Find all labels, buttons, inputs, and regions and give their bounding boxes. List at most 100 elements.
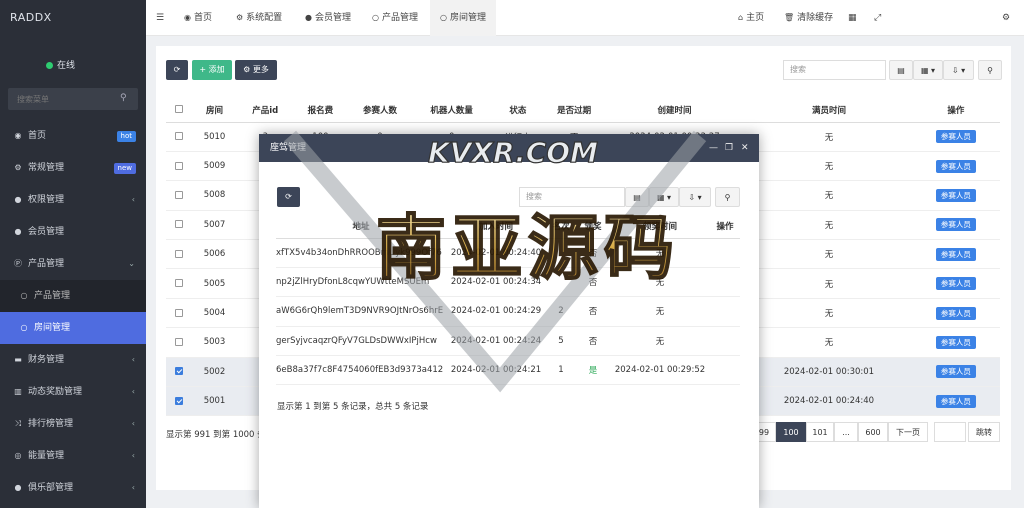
row-checkbox[interactable] — [175, 396, 184, 405]
participants-button[interactable]: 参赛人员 — [935, 130, 976, 144]
more-button[interactable]: ⚙ 更多 — [235, 60, 277, 80]
menu-toggle-icon[interactable]: ☰ — [156, 0, 164, 36]
cogs-icon: ⚙ — [236, 13, 244, 22]
tab-system-config[interactable]: ⚙ 系统配置 — [236, 0, 282, 36]
sidebar-item-3[interactable]: ● 会员管理 — [0, 216, 146, 248]
modal-column-header: 操作 — [710, 214, 740, 239]
modal-table-row[interactable]: np2jZlHryDfonL8cqwYUWtteMSUEm 2024-02-01 … — [276, 267, 740, 298]
modal-table-row[interactable]: 6eB8a37f7c8F4754060fEB3d9373a412 2024-02-… — [276, 355, 740, 386]
row-checkbox[interactable] — [175, 249, 184, 258]
modal-refresh-button[interactable]: ⟳ — [277, 187, 300, 207]
table-view-icon[interactable]: ▤ — [625, 187, 649, 207]
tab-product[interactable]: ○ 产品管理 — [372, 0, 418, 36]
row-checkbox[interactable] — [175, 337, 184, 346]
energy-icon: ◎ — [14, 451, 22, 460]
close-icon[interactable]: ✕ — [741, 134, 749, 162]
row-checkbox[interactable] — [175, 367, 184, 376]
cell-room: 5010 — [192, 122, 237, 152]
participants-button[interactable]: 参赛人员 — [935, 365, 976, 379]
cell-addr: aW6G6rQh9lemT3D9NVR9OJtNrOs6hrE — [276, 296, 446, 327]
fullscreen-icon[interactable]: ⤢ — [874, 0, 881, 36]
search-icon[interactable]: ⚲ — [978, 60, 1002, 80]
brand-logo[interactable]: RADDX — [0, 0, 146, 36]
cell-full: 无 — [746, 327, 912, 358]
page-101[interactable]: 101 — [806, 422, 834, 442]
cell-full: 无 — [746, 151, 912, 182]
sidebar-item-5[interactable]: ○ 产品管理 — [0, 280, 146, 312]
export-icon[interactable]: ⇩ ▾ — [679, 187, 711, 207]
circle-icon: ○ — [372, 13, 379, 22]
table-view-icon[interactable]: ▤ — [889, 60, 913, 80]
columns-icon[interactable]: ▦ ▾ — [913, 60, 943, 80]
sidebar-item-7[interactable]: ▬ 财务管理 ‹ — [0, 344, 146, 376]
next-page-button[interactable]: 下一页 — [888, 422, 928, 442]
modal-title: 座驾管理 — [270, 143, 307, 153]
cell-claim_time: 无 — [610, 296, 710, 327]
modal-table-row[interactable]: aW6G6rQh9lemT3D9NVR9OJtNrOs6hrE 2024-02-0… — [276, 296, 740, 327]
row-checkbox[interactable] — [175, 190, 184, 199]
minimize-icon[interactable]: — — [709, 134, 718, 162]
add-button[interactable]: + 添加 — [192, 60, 232, 80]
menu-search[interactable]: ⚲ — [8, 88, 138, 110]
chevron-left-icon: ‹ — [131, 483, 135, 492]
participants-button[interactable]: 参赛人员 — [935, 218, 976, 232]
search-input[interactable]: 搜索 — [783, 60, 886, 80]
settings-icon[interactable]: ⚙ — [1002, 0, 1010, 36]
row-checkbox[interactable] — [175, 279, 184, 288]
sidebar-item-11[interactable]: ● 俱乐部管理 ‹ — [0, 472, 146, 504]
cell-claim_time: 无 — [610, 326, 710, 357]
sidebar-item-1[interactable]: ⚙ 常规管理 new — [0, 152, 146, 184]
participants-button[interactable]: 参赛人员 — [935, 277, 976, 291]
sidebar-item-10[interactable]: ◎ 能量管理 ‹ — [0, 440, 146, 472]
maximize-icon[interactable]: ❐ — [725, 134, 733, 162]
cell-full: 2024-02-01 00:30:01 — [746, 357, 912, 388]
clear-cache-button[interactable]: 🗑 清除缓存 — [784, 0, 833, 36]
product-icon: Ⓟ — [14, 259, 22, 268]
cell-claimed: 否 — [576, 267, 610, 298]
cell-op — [710, 267, 740, 298]
tab-room[interactable]: ○ 房间管理 — [430, 0, 496, 36]
tab-member[interactable]: ● 会员管理 — [305, 0, 351, 36]
menu-search-input[interactable] — [8, 88, 138, 110]
participants-button[interactable]: 参赛人员 — [935, 306, 976, 320]
language-icon[interactable]: ▦ — [848, 0, 857, 36]
page-100[interactable]: 100 — [776, 422, 806, 442]
participants-button[interactable]: 参赛人员 — [935, 188, 976, 202]
participants-button[interactable]: 参赛人员 — [935, 394, 976, 408]
row-checkbox[interactable] — [175, 220, 184, 229]
modal-table-row[interactable]: xfTX5v4b34onDhRROOBmUyk999Of76 2024-02-01… — [276, 238, 740, 268]
participants-button[interactable]: 参赛人员 — [935, 335, 976, 349]
cell-op — [710, 296, 740, 327]
cell-full: 无 — [746, 122, 912, 152]
sidebar-item-8[interactable]: ▥ 动态奖励管理 ‹ — [0, 376, 146, 408]
row-checkbox[interactable] — [175, 161, 184, 170]
tab-home[interactable]: ◉ 首页 — [184, 0, 212, 36]
export-icon[interactable]: ⇩ ▾ — [943, 60, 974, 80]
column-header: 操作 — [911, 98, 1000, 123]
sidebar-item-9[interactable]: ⤨ 排行榜管理 ‹ — [0, 408, 146, 440]
home-link[interactable]: ⌂ 主页 — [738, 0, 764, 36]
row-checkbox[interactable] — [175, 308, 184, 317]
participants-button[interactable]: 参赛人员 — [935, 247, 976, 261]
modal-pagination-info: 显示第 1 到第 5 条记录，总共 5 条记录 — [277, 402, 429, 412]
search-icon[interactable]: ⚲ — [715, 187, 740, 207]
search-icon[interactable]: ⚲ — [120, 93, 130, 103]
sidebar-item-4[interactable]: Ⓟ 产品管理 ⌄ — [0, 248, 146, 280]
select-all-checkbox[interactable] — [175, 105, 184, 114]
participants-button[interactable]: 参赛人员 — [935, 159, 976, 173]
jump-button[interactable]: 跳转 — [968, 422, 1000, 442]
page-600[interactable]: 600 — [858, 422, 888, 442]
columns-icon[interactable]: ▦ ▾ — [649, 187, 679, 207]
jump-page-input[interactable] — [934, 422, 966, 442]
cell-room: 5005 — [192, 268, 237, 299]
modal-table-row[interactable]: gerSyjvcaqzrQFyV7GLDsDWWxIPjHcw 2024-02-0… — [276, 326, 740, 357]
cell-room: 5008 — [192, 180, 237, 211]
sidebar-item-0[interactable]: ◉ 首页 hot — [0, 120, 146, 152]
sidebar-item-label: 动态奖励管理 — [28, 387, 83, 397]
refresh-button[interactable]: ⟳ — [166, 60, 188, 80]
sidebar-item-6[interactable]: ○ 房间管理 — [0, 312, 146, 344]
column-header: 房间 — [192, 98, 237, 123]
row-checkbox[interactable] — [175, 132, 184, 141]
modal-search-input[interactable]: 搜索 — [519, 187, 625, 207]
sidebar-item-2[interactable]: ● 权限管理 ‹ — [0, 184, 146, 216]
